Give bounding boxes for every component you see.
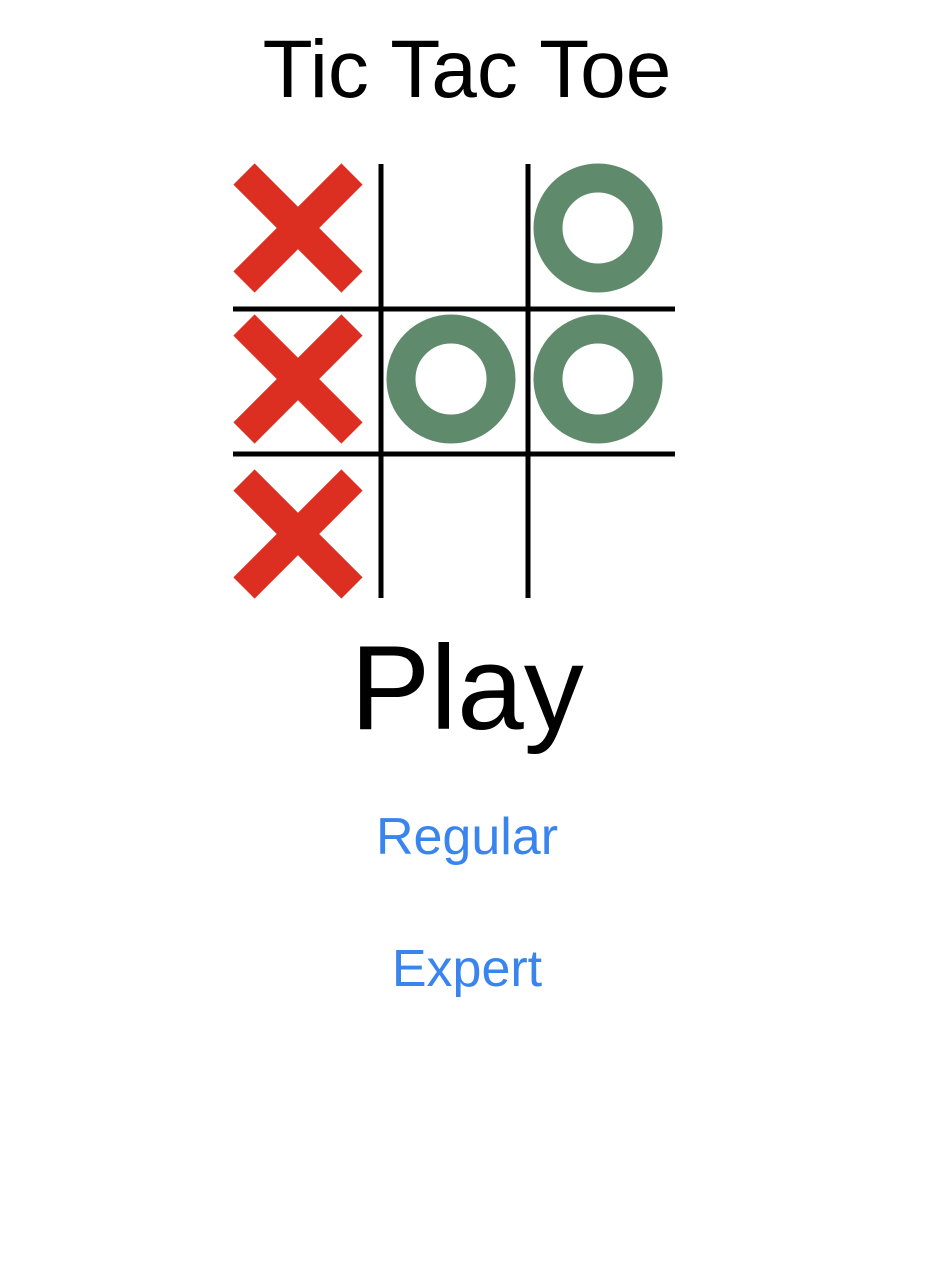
board-cell-2-2[interactable] [533, 470, 663, 598]
app-title: Tic Tac Toe [262, 24, 672, 115]
board-cell-1-2[interactable] [533, 314, 663, 444]
board-cell-0-0[interactable] [233, 163, 363, 293]
board-cell-1-1[interactable] [386, 314, 516, 444]
expert-mode-button[interactable]: Expert [317, 934, 617, 1004]
board-cell-2-1[interactable] [386, 470, 516, 598]
board-cell-2-0[interactable] [233, 469, 363, 599]
play-heading: Play [350, 621, 584, 755]
board-cell-0-1[interactable] [386, 164, 516, 292]
board-graphic [233, 163, 675, 599]
regular-mode-button[interactable]: Regular [317, 802, 617, 872]
board-cell-1-0[interactable] [233, 314, 363, 444]
game-board [226, 158, 682, 604]
board-cell-0-2[interactable] [533, 163, 663, 293]
